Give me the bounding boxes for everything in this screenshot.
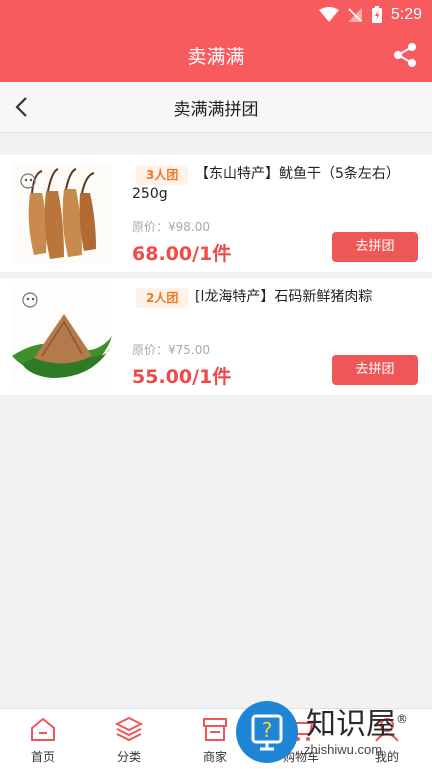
app-header: 卖满满 — [0, 30, 432, 82]
share-icon[interactable] — [392, 42, 418, 68]
join-group-button[interactable]: 去拼团 — [332, 232, 418, 262]
svg-text:?: ? — [262, 718, 273, 742]
group-price: 55.00/1件 — [132, 366, 232, 388]
tab-label: 分类 — [116, 750, 141, 764]
registered-mark: ® — [396, 712, 408, 726]
tab-category[interactable]: 分类 — [86, 709, 172, 769]
tab-label: 首页 — [30, 750, 55, 764]
monitor-question-icon: ? — [251, 714, 283, 751]
status-bar: 5:29 — [0, 0, 432, 30]
watermark-brand: 知识屋 — [306, 707, 396, 742]
group-product-card[interactable]: 3人团 【东山特产】鱿鱼干（5条左右） 250g 原价：¥98.00 68.00… — [0, 155, 432, 272]
status-time: 5:29 — [390, 6, 422, 23]
zongzi-image — [12, 286, 112, 386]
product-name-line2: 250g — [132, 186, 168, 202]
group-price: 68.00/1件 — [132, 243, 232, 265]
battery-icon — [371, 6, 382, 23]
join-group-button[interactable]: 去拼团 — [332, 355, 418, 385]
no-signal-icon — [347, 8, 362, 22]
watermark-url: zhishiwu.com — [304, 742, 383, 757]
store-icon — [203, 718, 227, 741]
page-title: 卖满满拼团 — [173, 100, 259, 120]
group-product-card[interactable]: 2人团 [l龙海特产】石码新鲜猪肉粽 原价：¥75.00 55.00/1件 去拼… — [0, 278, 432, 395]
layers-icon — [115, 716, 143, 742]
watermark: ? 知识屋® zhishiwu.com — [232, 695, 432, 768]
original-price: 原价：¥75.00 — [132, 343, 210, 357]
original-price: 原价：¥98.00 — [132, 220, 210, 234]
home-icon — [31, 717, 55, 741]
wifi-icon — [318, 7, 339, 22]
group-size-badge: 3人团 — [136, 165, 189, 185]
watermark-logo: ? — [236, 701, 298, 763]
dried-squid-image — [12, 163, 112, 263]
product-name: 【东山特产】鱿鱼干（5条左右） — [195, 166, 400, 182]
product-name: [l龙海特产】石码新鲜猪肉粽 — [195, 289, 373, 305]
group-size-badge: 2人团 — [136, 288, 189, 308]
app-title: 卖满满 — [187, 46, 245, 68]
page-header: 卖满满拼团 — [0, 82, 432, 133]
tab-home[interactable]: 首页 — [0, 709, 86, 769]
